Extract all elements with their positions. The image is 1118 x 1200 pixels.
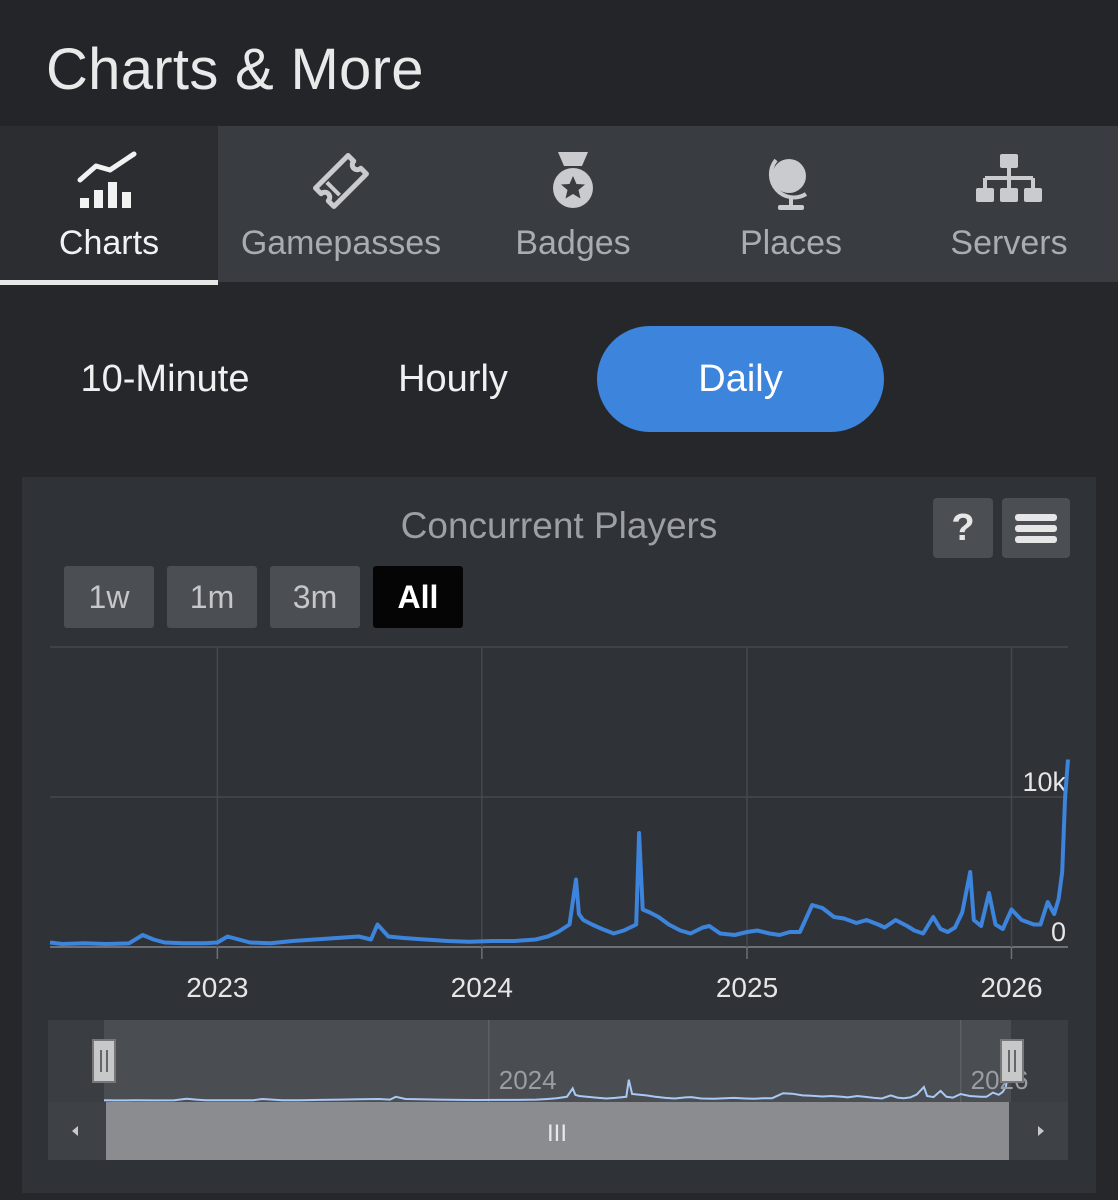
tab-charts[interactable]: Charts <box>0 126 218 285</box>
tab-gamepasses[interactable]: Gamepasses <box>218 126 464 282</box>
mode-10-minute-button[interactable]: 10-Minute <box>40 326 290 432</box>
navigator-track <box>48 1020 1068 1102</box>
x-tick-label: 2025 <box>716 972 778 1003</box>
page-title: Charts & More <box>46 37 424 102</box>
series-line <box>49 759 1070 946</box>
navigator-line <box>103 1072 1011 1102</box>
scroll-right-arrow-icon[interactable] <box>1038 1126 1044 1136</box>
navigator-right-handle[interactable] <box>1000 1039 1024 1083</box>
range-3m-button[interactable]: 3m <box>270 566 360 628</box>
scrollbar[interactable]: III <box>48 1102 1068 1160</box>
scrollbar-thumb[interactable] <box>106 1102 1009 1160</box>
tab-label: Gamepasses <box>240 224 442 262</box>
granularity-selector: 10-Minute Hourly Daily <box>0 284 1118 464</box>
scroll-left-arrow-icon[interactable] <box>72 1126 78 1136</box>
y-tick-label: 10k <box>1022 767 1066 797</box>
tab-bar: Charts Gamepasses Badges Places Servers <box>0 126 1118 285</box>
badge-medal-icon <box>553 152 593 208</box>
hamburger-menu-icon[interactable] <box>1002 498 1070 558</box>
navigator-selected-range[interactable] <box>104 1020 1011 1102</box>
globe-icon <box>768 158 808 210</box>
tab-label: Charts <box>58 224 160 262</box>
mode-daily-button[interactable]: Daily <box>597 326 884 432</box>
tab-badges[interactable]: Badges <box>464 126 682 282</box>
x-tick-label: 2026 <box>980 972 1042 1003</box>
tab-label: Places <box>739 224 843 262</box>
header: Charts & More <box>0 0 1118 126</box>
help-button[interactable]: ? <box>933 498 993 558</box>
x-tick-label: 2024 <box>451 972 513 1003</box>
x-tick-label: 2023 <box>186 972 248 1003</box>
navigator-label: 2026 <box>971 1065 1029 1095</box>
tab-places[interactable]: Places <box>682 126 900 282</box>
chart-icon <box>77 151 137 208</box>
range-1m-button[interactable]: 1m <box>167 566 257 628</box>
navigator-label: 2024 <box>499 1065 557 1095</box>
chart-card: Concurrent Players ? 1w 1m 3m All 2023 20… <box>22 477 1096 1193</box>
tab-label: Servers <box>950 224 1068 262</box>
scrollbar-grip: III <box>547 1120 567 1147</box>
tab-servers[interactable]: Servers <box>900 126 1118 282</box>
y-tick-label: 0 <box>1051 917 1066 947</box>
mode-hourly-button[interactable]: Hourly <box>328 326 578 432</box>
navigator-left-handle[interactable] <box>92 1039 116 1083</box>
server-network-icon <box>976 154 1042 202</box>
range-all-button[interactable]: All <box>373 566 463 628</box>
tab-label: Badges <box>515 224 631 262</box>
range-1w-button[interactable]: 1w <box>64 566 154 628</box>
ticket-icon <box>313 153 369 209</box>
